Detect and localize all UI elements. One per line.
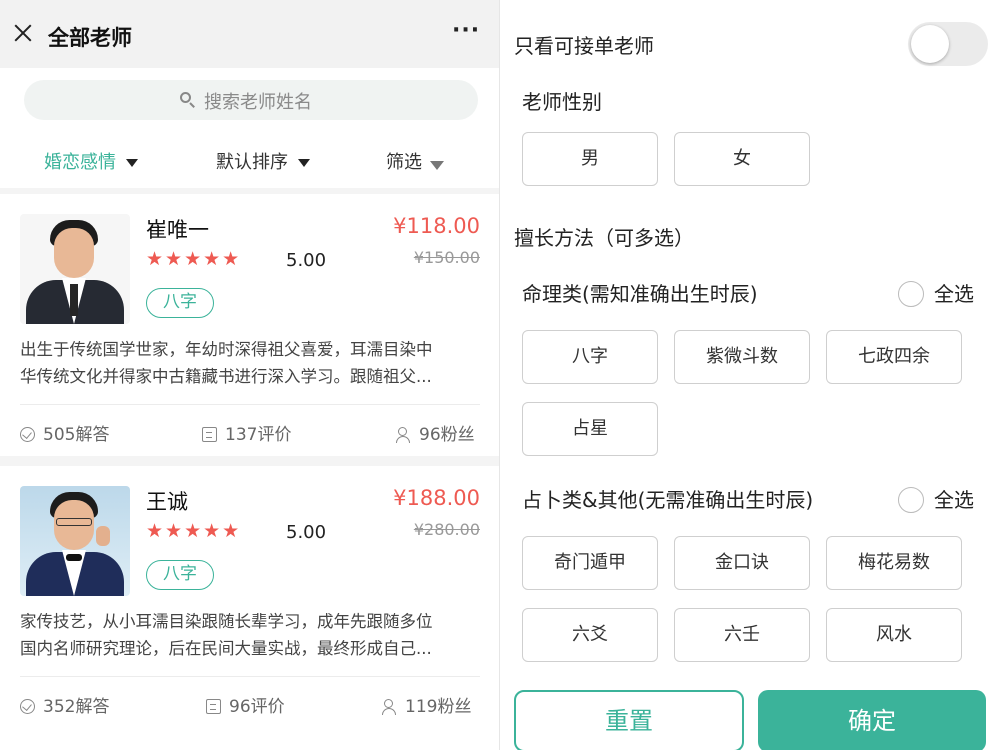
- method-option[interactable]: 八字: [522, 330, 658, 384]
- answers-count: 352解答: [20, 692, 109, 717]
- group1-select-all[interactable]: 全选: [898, 278, 974, 309]
- method-tag: 八字: [146, 288, 214, 318]
- method-option[interactable]: 奇门遁甲: [522, 536, 658, 590]
- divider: [20, 676, 480, 677]
- only-available-label: 只看可接单老师: [514, 34, 654, 58]
- price: ¥188.00: [393, 486, 480, 510]
- answers-label: 505解答: [43, 425, 110, 445]
- more-options-icon[interactable]: ···: [452, 18, 480, 43]
- filter-panel: 只看可接单老师 老师性别 男 女 擅长方法（可多选） 命理类(需知准确出生时辰)…: [500, 0, 1000, 750]
- fans-label: 96粉丝: [419, 425, 475, 445]
- page-title: 全部老师: [48, 26, 132, 50]
- method-option[interactable]: 七政四余: [826, 330, 962, 384]
- star-rating: ★★★★★: [146, 248, 242, 270]
- group2-select-all[interactable]: 全选: [898, 484, 974, 515]
- reviews-count: 96评价: [206, 692, 285, 717]
- method-option[interactable]: 六壬: [674, 608, 810, 662]
- description-line: 出生于传统国学世家，年幼时深得祖父喜爱，耳濡目染中: [20, 340, 433, 359]
- reviews-label: 137评价: [225, 425, 292, 445]
- teacher-description: 出生于传统国学世家，年幼时深得祖父喜爱，耳濡目染中 华传统文化并得家中古籍藏书进…: [20, 336, 482, 390]
- methods-section-title: 擅长方法（可多选）: [514, 226, 694, 250]
- filter-category-label: 婚恋感情: [44, 152, 116, 173]
- document-icon: [202, 427, 217, 442]
- original-price: ¥280.00: [413, 520, 480, 539]
- top-bar: 全部老师 ···: [0, 0, 500, 68]
- users-icon: [396, 427, 411, 443]
- group2-title: 占卜类&其他(无需准确出生时辰): [522, 488, 814, 512]
- description-line: 国内名师研究理论，后在民间大量实战，最终形成自己...: [20, 639, 432, 658]
- teacher-list-panel: 全部老师 ··· 搜索老师姓名 婚恋感情 默认排序 筛选 崔唯一 ★★★★★ 5…: [0, 0, 500, 750]
- confirm-button[interactable]: 确定: [758, 690, 986, 750]
- answers-label: 352解答: [43, 697, 110, 717]
- filter-bar: 婚恋感情 默认排序 筛选: [0, 130, 500, 188]
- teacher-card[interactable]: 王诚 ★★★★★ 5.00 八字 ¥188.00 ¥280.00 家传技艺，从小…: [0, 466, 500, 750]
- group1-title: 命理类(需知准确出生时辰): [522, 282, 758, 306]
- description-line: 华传统文化并得家中古籍藏书进行深入学习。跟随祖父...: [20, 367, 432, 386]
- method-option[interactable]: 占星: [522, 402, 658, 456]
- rating-value: 5.00: [286, 250, 327, 271]
- reset-button[interactable]: 重置: [514, 690, 744, 750]
- description-line: 家传技艺，从小耳濡目染跟随长辈学习，成年先跟随多位: [20, 612, 433, 631]
- rating-value: 5.00: [286, 522, 327, 543]
- reviews-count: 137评价: [202, 420, 291, 445]
- filter-category[interactable]: 婚恋感情: [44, 148, 138, 174]
- toggle-knob: [911, 25, 949, 63]
- search-icon: [180, 92, 196, 108]
- teacher-description: 家传技艺，从小耳濡目染跟随长辈学习，成年先跟随多位 国内名师研究理论，后在民间大…: [20, 608, 482, 662]
- select-all-label: 全选: [934, 488, 974, 512]
- radio-icon: [898, 486, 924, 513]
- filter-screen-label: 筛选: [386, 152, 422, 173]
- filter-sort[interactable]: 默认排序: [216, 148, 310, 174]
- teacher-card[interactable]: 崔唯一 ★★★★★ 5.00 八字 ¥118.00 ¥150.00 出生于传统国…: [0, 194, 500, 456]
- only-available-toggle[interactable]: [908, 22, 988, 66]
- fans-count: 96粉丝: [396, 420, 475, 445]
- divider: [20, 404, 480, 405]
- method-tag: 八字: [146, 560, 214, 590]
- gender-option-male[interactable]: 男: [522, 132, 658, 186]
- caret-down-icon: [298, 159, 310, 167]
- users-icon: [382, 699, 397, 715]
- teacher-name: 王诚: [146, 490, 188, 514]
- method-option[interactable]: 六爻: [522, 608, 658, 662]
- search-input[interactable]: 搜索老师姓名: [24, 80, 478, 120]
- filter-sort-label: 默认排序: [216, 152, 288, 173]
- reviews-label: 96评价: [229, 697, 285, 717]
- fans-count: 119粉丝: [382, 692, 471, 717]
- gender-section-title: 老师性别: [522, 90, 602, 114]
- fans-label: 119粉丝: [405, 697, 472, 717]
- search-placeholder: 搜索老师姓名: [204, 92, 312, 113]
- teacher-name: 崔唯一: [146, 218, 209, 242]
- avatar: [20, 214, 130, 324]
- funnel-icon: [430, 160, 444, 170]
- method-option[interactable]: 风水: [826, 608, 962, 662]
- avatar: [20, 486, 130, 596]
- check-circle-icon: [20, 699, 35, 714]
- price: ¥118.00: [393, 214, 480, 238]
- select-all-label: 全选: [934, 282, 974, 306]
- method-option[interactable]: 梅花易数: [826, 536, 962, 590]
- method-option[interactable]: 紫微斗数: [674, 330, 810, 384]
- filter-screen[interactable]: 筛选: [386, 148, 444, 174]
- close-icon[interactable]: [12, 22, 34, 44]
- radio-icon: [898, 280, 924, 307]
- original-price: ¥150.00: [413, 248, 480, 267]
- gender-option-female[interactable]: 女: [674, 132, 810, 186]
- method-option[interactable]: 金口诀: [674, 536, 810, 590]
- caret-down-icon: [126, 159, 138, 167]
- search-area: 搜索老师姓名: [0, 68, 500, 130]
- star-rating: ★★★★★: [146, 520, 242, 542]
- answers-count: 505解答: [20, 420, 109, 445]
- document-icon: [206, 699, 221, 714]
- check-circle-icon: [20, 427, 35, 442]
